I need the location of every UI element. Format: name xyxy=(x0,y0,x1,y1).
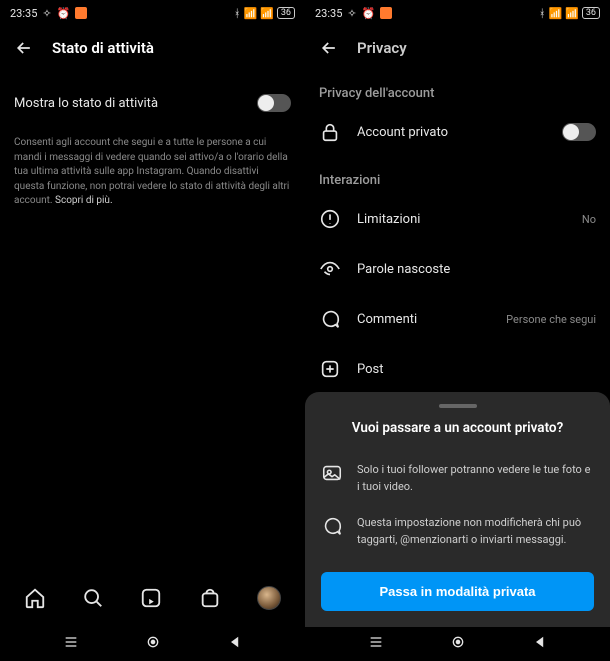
back-icon[interactable] xyxy=(14,38,34,58)
system-nav-bar xyxy=(305,623,610,661)
comments-row[interactable]: Commenti Persone che segui xyxy=(305,294,610,344)
profile-avatar-icon[interactable] xyxy=(257,586,281,610)
battery-icon: 36 xyxy=(277,7,295,19)
app-header: Stato di attività xyxy=(0,26,305,70)
system-nav-bar xyxy=(0,623,305,661)
status-time: 23:35 xyxy=(10,7,37,20)
status-time: 23:35 xyxy=(315,7,342,20)
activity-status-toggle[interactable] xyxy=(257,94,291,112)
sheet-line2: Questa impostazione non modificherà chi … xyxy=(357,515,594,548)
signal2-icon: 📶 xyxy=(260,7,274,20)
sys-home-icon[interactable] xyxy=(450,634,466,650)
activity-status-row: Mostra lo stato di attività xyxy=(14,80,291,126)
status-bar: 23:35 ✧ ⏰ ᚼ 📶 📶 36 xyxy=(305,0,610,26)
battery-icon: 36 xyxy=(582,7,600,19)
alarm-icon: ⏰ xyxy=(57,7,71,20)
activity-status-label: Mostra lo stato di attività xyxy=(14,96,158,111)
app-header: Privacy xyxy=(305,26,610,70)
signal-icon: 📶 xyxy=(548,7,562,20)
hidden-words-row[interactable]: Parole nascoste xyxy=(305,244,610,294)
shop-icon[interactable] xyxy=(199,587,221,609)
reels-icon[interactable] xyxy=(140,587,162,609)
activity-status-description: Consenti agli account che segui e a tutt… xyxy=(0,136,305,209)
signal-icon: 📶 xyxy=(243,7,257,20)
app-indicator-icon xyxy=(75,7,87,19)
plus-square-icon xyxy=(319,358,341,380)
chat-icon xyxy=(321,515,343,537)
section-interactions: Interazioni xyxy=(305,157,610,194)
dnd-icon: ✧ xyxy=(347,7,356,20)
status-bar: 23:35 ✧ ⏰ ᚼ 📶 📶 36 xyxy=(0,0,305,26)
lock-icon xyxy=(319,121,341,143)
left-phone-screen: 23:35 ✧ ⏰ ᚼ 📶 📶 36 Stato di attività Mos… xyxy=(0,0,305,661)
photo-icon xyxy=(321,462,343,484)
sys-back-icon[interactable] xyxy=(228,635,242,649)
eye-off-icon xyxy=(319,258,341,280)
private-account-sheet: Vuoi passare a un account privato? Solo … xyxy=(305,392,610,627)
alarm-icon: ⏰ xyxy=(362,7,376,20)
sys-menu-icon[interactable] xyxy=(63,634,79,650)
bottom-nav xyxy=(0,573,305,623)
page-title: Privacy xyxy=(357,39,407,57)
learn-more-link[interactable]: Scopri di più. xyxy=(55,195,113,206)
account-private-toggle[interactable] xyxy=(562,123,596,141)
sys-back-icon[interactable] xyxy=(533,635,547,649)
sys-home-icon[interactable] xyxy=(145,634,161,650)
sys-menu-icon[interactable] xyxy=(368,634,384,650)
dnd-icon: ✧ xyxy=(42,7,51,20)
sheet-title: Vuoi passare a un account privato? xyxy=(321,420,594,436)
section-account-privacy: Privacy dell'account xyxy=(305,70,610,107)
posts-row[interactable]: Post xyxy=(305,344,610,394)
sheet-handle[interactable] xyxy=(439,404,477,408)
exclamation-icon xyxy=(319,208,341,230)
limitations-row[interactable]: Limitazioni No xyxy=(305,194,610,244)
page-title: Stato di attività xyxy=(52,39,154,57)
bluetooth-icon: ᚼ xyxy=(234,7,241,20)
sheet-line1: Solo i tuoi follower potranno vedere le … xyxy=(357,462,594,495)
comment-icon xyxy=(319,308,341,330)
app-indicator-icon xyxy=(380,7,392,19)
right-phone-screen: 23:35 ✧ ⏰ ᚼ 📶 📶 36 Privacy Privacy dell'… xyxy=(305,0,610,661)
switch-private-button[interactable]: Passa in modalità privata xyxy=(321,572,594,611)
signal2-icon: 📶 xyxy=(565,7,579,20)
back-icon[interactable] xyxy=(319,38,339,58)
account-private-row: Account privato xyxy=(305,107,610,157)
search-icon[interactable] xyxy=(82,587,104,609)
account-private-label: Account privato xyxy=(357,125,448,140)
bluetooth-icon: ᚼ xyxy=(539,7,546,20)
home-icon[interactable] xyxy=(24,587,46,609)
